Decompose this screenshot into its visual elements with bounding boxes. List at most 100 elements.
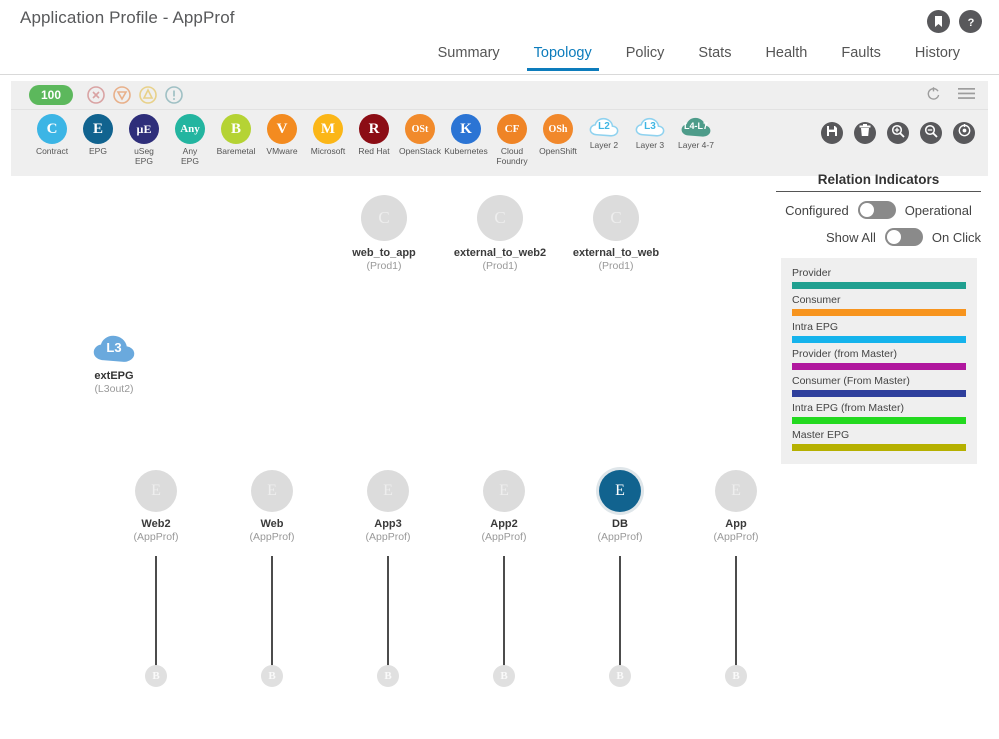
legend-node-layer-3[interactable]: L3 Layer 3 [627,114,673,151]
showall-onclick-toggle[interactable] [884,228,923,246]
health-score-badge[interactable]: 100 [29,85,73,105]
target-icon [958,124,971,142]
configured-operational-toggle[interactable] [857,201,896,219]
node-sublabel: (L3out2) [94,383,134,395]
legend-glyph: V [267,114,297,144]
epg-node-Web[interactable]: E Web (AppProf) [212,470,332,543]
tab-policy[interactable]: Policy [609,42,682,70]
refresh-icon[interactable] [926,86,941,106]
legend-caption: uSeg EPG [134,146,154,166]
application-profile-topology-page: Application Profile - AppProf ? Summary T… [0,0,999,739]
node-glyph: E [367,470,409,512]
contract-node-external_to_web2[interactable]: Cexternal_to_web2 (Prod1) [440,195,560,272]
legend-node-baremetal[interactable]: B Baremetal [213,114,259,157]
legend-node-contract[interactable]: C Contract [29,114,75,157]
epg-node-DB[interactable]: E DB (AppProf) [560,470,680,543]
relation-legend-label: Intra EPG (from Master) [792,402,905,414]
topology-link [619,556,621,676]
tab-summary[interactable]: Summary [421,42,517,70]
topology-link [271,556,273,676]
topology-link [735,556,737,676]
legend-node-layer-2[interactable]: L2 Layer 2 [581,114,627,151]
bridge-domain-node[interactable]: B [377,665,399,687]
bridge-domain-node[interactable]: B [493,665,515,687]
relation-legend-swatch [792,363,966,370]
on-click-label: On Click [931,229,981,245]
node-sublabel: (AppProf) [249,531,295,543]
major-fault-icon[interactable] [113,86,131,104]
relation-legend-item: Intra EPG (from Master) [792,401,966,424]
legend-node-microsoft[interactable]: M Microsoft [305,114,351,157]
showall-onclick-toggle-row: Show All On Click [776,228,981,246]
tab-health[interactable]: Health [748,42,824,70]
header-icon-group: ? [927,10,982,33]
relation-color-legend: Provider Consumer Intra EPG Provider (from … [781,258,977,464]
legend-node-any-epg[interactable]: Any Any EPG [167,114,213,167]
zoom-out-button[interactable] [920,122,942,144]
critical-fault-icon[interactable] [87,86,105,104]
legend-caption: Red Hat [358,146,390,156]
node-sublabel: (AppProf) [133,531,179,543]
topology-link [387,556,389,676]
node-glyph: E [483,470,525,512]
legend-glyph: OSt [405,114,435,144]
external-epg-node-extEPG[interactable]: L3 extEPG (L3out2) [54,330,174,395]
relation-legend-label: Consumer (From Master) [792,375,910,387]
epg-node-Web2[interactable]: E Web2 (AppProf) [96,470,216,543]
bridge-domain-node[interactable]: B [261,665,283,687]
legend-node-openstack[interactable]: OSt OpenStack [397,114,443,157]
legend-glyph: L4-L7 [679,114,713,138]
node-sublabel: (Prod1) [366,260,402,272]
node-label: DB [612,518,628,530]
node-sublabel: (AppProf) [597,531,643,543]
tab-history[interactable]: History [898,42,977,70]
warning-fault-icon[interactable] [165,86,183,104]
node-label: App [725,518,747,530]
bridge-domain-node[interactable]: B [725,665,747,687]
hamburger-menu-icon[interactable] [958,87,975,105]
node-sublabel: (AppProf) [713,531,759,543]
legend-node-epg[interactable]: E EPG [75,114,121,157]
legend-glyph: µE [129,114,159,144]
legend-node-kubernetes[interactable]: K Kubernetes [443,114,489,157]
legend-node-cloud-foundry[interactable]: CF Cloud Foundry [489,114,535,167]
relation-legend-label: Consumer [792,294,841,306]
legend-node-layer-4-7[interactable]: L4-L7 Layer 4-7 [673,114,719,151]
node-label: App3 [374,518,402,530]
bridge-domain-node[interactable]: B [145,665,167,687]
zoom-in-icon [891,124,905,143]
contract-node-external_to_web[interactable]: Cexternal_to_web (Prod1) [556,195,676,272]
tab-faults[interactable]: Faults [824,42,898,70]
epg-node-App3[interactable]: E App3 (AppProf) [328,470,448,543]
fit-to-screen-button[interactable] [953,122,975,144]
legend-glyph: B [221,114,251,144]
help-icon[interactable]: ? [959,10,982,33]
node-sublabel: (Prod1) [598,260,634,272]
node-label: external_to_web2 [453,247,547,259]
tab-topology[interactable]: Topology [517,42,609,71]
legend-node-useg-epg[interactable]: µE uSeg EPG [121,114,167,167]
epg-node-App2[interactable]: E App2 (AppProf) [444,470,564,543]
zoom-in-button[interactable] [887,122,909,144]
node-sublabel: (AppProf) [481,531,527,543]
node-glyph: E [715,470,757,512]
relation-legend-item: Provider (from Master) [792,347,966,370]
legend-node-vmware[interactable]: V VMware [259,114,305,157]
minor-fault-icon[interactable] [139,86,157,104]
tab-stats[interactable]: Stats [681,42,748,70]
relation-legend-label: Intra EPG [792,321,839,333]
epg-node-App[interactable]: E App (AppProf) [676,470,796,543]
contract-node-web_to_app[interactable]: Cweb_to_app (Prod1) [324,195,444,272]
bookmark-icon[interactable] [927,10,950,33]
save-topology-button[interactable] [821,122,843,144]
relation-legend-label: Provider (from Master) [792,348,898,360]
legend-node-openshift[interactable]: OSh OpenShift [535,114,581,157]
legend-node-red-hat[interactable]: R Red Hat [351,114,397,157]
node-label: extEPG [94,370,134,382]
bridge-domain-node[interactable]: B [609,665,631,687]
legend-glyph: L3 [633,114,667,138]
show-all-label: Show All [826,229,876,245]
node-label: App2 [490,518,518,530]
delete-button[interactable] [854,122,876,144]
node-type-legend: C Contract E EPG µE uSeg EPG Any Any EPG B Bareme… [29,114,719,167]
